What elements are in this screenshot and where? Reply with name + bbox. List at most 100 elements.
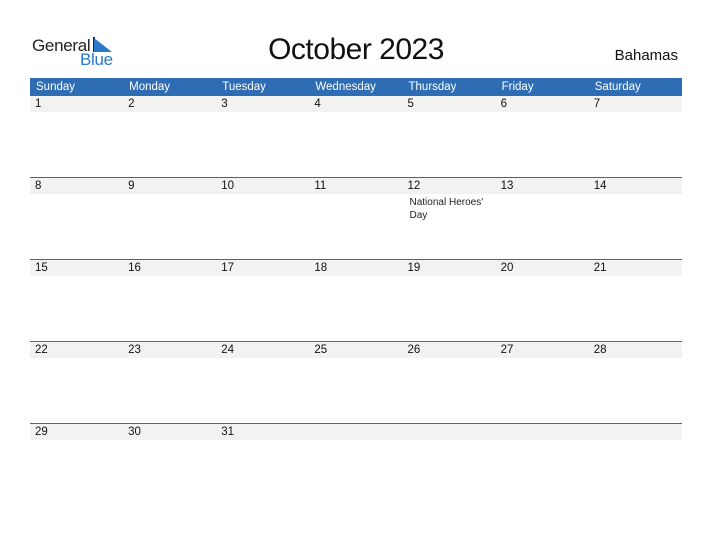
holiday-event xyxy=(589,112,682,114)
day-cell: 15 xyxy=(30,260,124,341)
day-cell xyxy=(402,424,496,505)
day-number: 2 xyxy=(123,96,217,112)
holiday-event xyxy=(30,276,123,278)
day-cell: 20 xyxy=(495,260,589,341)
week-row: 1234567 xyxy=(30,96,682,177)
day-number xyxy=(495,424,589,440)
holiday-event xyxy=(123,276,216,278)
day-cell xyxy=(495,424,589,505)
day-number: 28 xyxy=(588,342,682,358)
week-row: 22 23 24 25 26 27 28 xyxy=(30,341,682,423)
day-number: 26 xyxy=(402,342,496,358)
day-cell: 27 xyxy=(495,342,589,423)
day-number: 8 xyxy=(30,178,124,194)
holiday-event xyxy=(403,358,496,360)
day-cell: 14 xyxy=(588,178,682,259)
weekday-header-friday: Friday xyxy=(501,81,534,93)
country-label: Bahamas xyxy=(614,47,678,64)
day-cell: 7 xyxy=(588,96,682,177)
holiday-event xyxy=(123,194,216,196)
day-cell: 25 xyxy=(309,342,403,423)
holiday-event xyxy=(496,194,589,196)
day-number: 7 xyxy=(588,96,682,112)
day-cell: 18 xyxy=(309,260,403,341)
day-cell: 9 xyxy=(123,178,217,259)
day-number: 6 xyxy=(495,96,589,112)
day-number: 23 xyxy=(123,342,217,358)
day-cell: 16 xyxy=(123,260,217,341)
day-cell: 24 xyxy=(216,342,310,423)
day-cell: 31 xyxy=(216,424,310,505)
weekday-header-tuesday: Tuesday xyxy=(222,81,266,93)
day-number: 20 xyxy=(495,260,589,276)
weekday-header-monday: Monday xyxy=(129,81,171,93)
weeks-container: 1 2 3 4 5 6 7 8 9 10 11 12 National Heroes' Day 13 14 1… xyxy=(30,96,682,505)
holiday-event xyxy=(309,440,402,442)
holiday-event xyxy=(496,276,589,278)
day-cell: 1 xyxy=(30,96,124,177)
day-cell xyxy=(309,424,403,505)
day-number: 31 xyxy=(216,424,310,440)
holiday-event xyxy=(123,440,216,442)
day-number: 30 xyxy=(123,424,217,440)
holiday-event xyxy=(589,194,682,196)
day-number: 10 xyxy=(216,178,310,194)
day-number xyxy=(402,424,496,440)
weekday-header-row: Sunday Monday Tuesday Wednesday Thursday Frid… xyxy=(30,78,682,96)
holiday-event xyxy=(309,194,402,196)
holiday-event xyxy=(309,358,402,360)
day-cell: 6 xyxy=(495,96,589,177)
day-cell: 3 xyxy=(216,96,310,177)
day-number: 29 xyxy=(30,424,124,440)
day-number: 27 xyxy=(495,342,589,358)
holiday-event xyxy=(403,112,496,114)
holiday-event: National Heroes' Day xyxy=(409,197,484,221)
day-number: 19 xyxy=(402,260,496,276)
day-number: 12 xyxy=(402,178,496,194)
holiday-event xyxy=(123,112,216,114)
day-cell: 29 xyxy=(30,424,124,505)
day-number: 5 xyxy=(402,96,496,112)
day-number: 1 xyxy=(30,96,124,112)
holiday-event xyxy=(589,358,682,360)
holiday-event xyxy=(30,112,123,114)
day-number: 14 xyxy=(588,178,682,194)
day-cell: 26 xyxy=(402,342,496,423)
day-cell: 22 xyxy=(30,342,124,423)
day-number: 25 xyxy=(309,342,403,358)
weekday-header-sunday: Sunday xyxy=(36,81,76,93)
day-number: 9 xyxy=(123,178,217,194)
week-row: 8 9 10 11 12 National Heroes' Day 13 14 xyxy=(30,177,682,259)
day-number: 22 xyxy=(30,342,124,358)
holiday-event xyxy=(216,112,309,114)
holiday-event xyxy=(123,358,216,360)
day-cell: 4 xyxy=(309,96,403,177)
day-cell: 28 xyxy=(588,342,682,423)
holiday-event xyxy=(496,440,589,442)
holiday-event xyxy=(496,112,589,114)
day-number: 18 xyxy=(309,260,403,276)
day-number xyxy=(309,424,403,440)
week-row: 29 30 31 xyxy=(30,423,682,505)
holiday-event xyxy=(30,440,123,442)
holiday-event xyxy=(30,358,123,360)
holiday-event xyxy=(309,112,402,114)
day-cell: 12 National Heroes' Day xyxy=(402,178,496,259)
holiday-event xyxy=(216,194,309,196)
day-cell: 30 xyxy=(123,424,217,505)
holiday-event xyxy=(216,358,309,360)
day-number: 16 xyxy=(123,260,217,276)
weekday-header-thursday: Thursday xyxy=(408,81,457,93)
holiday-event xyxy=(216,276,309,278)
day-cell: 11 xyxy=(309,178,403,259)
holiday-event xyxy=(30,194,123,196)
holiday-event xyxy=(589,440,682,442)
day-cell: 10 xyxy=(216,178,310,259)
day-number: 17 xyxy=(216,260,310,276)
day-cell: 19 xyxy=(402,260,496,341)
day-cell: 23 xyxy=(123,342,217,423)
holiday-event xyxy=(309,276,402,278)
holiday-event xyxy=(589,276,682,278)
day-number: 24 xyxy=(216,342,310,358)
day-number: 4 xyxy=(309,96,403,112)
